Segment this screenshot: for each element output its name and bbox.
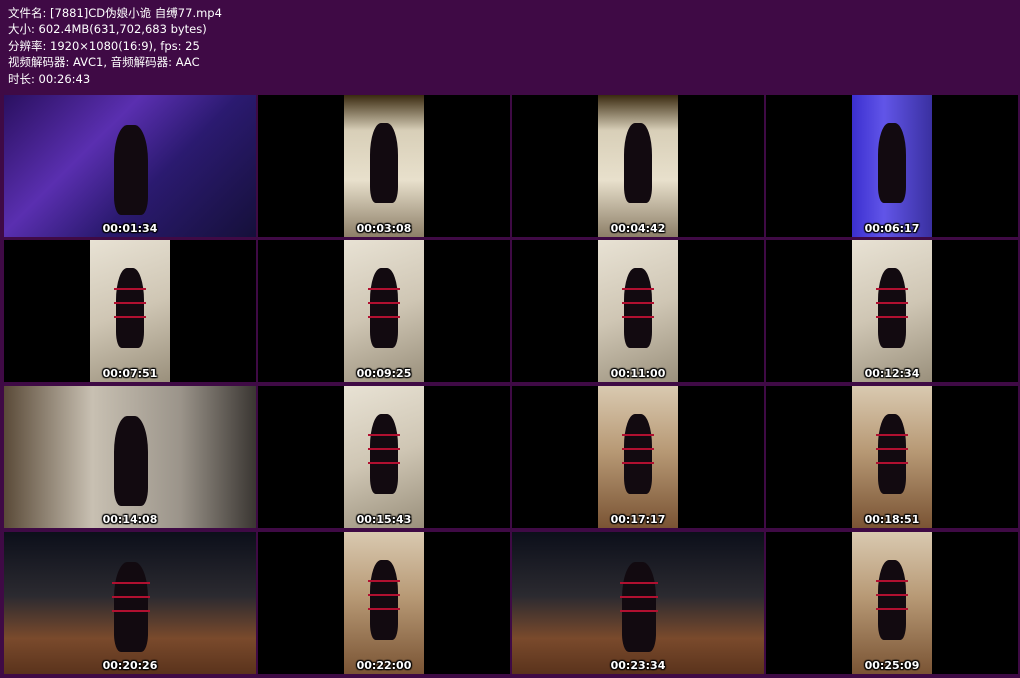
thumbnail-cell[interactable]: 00:14:08 [4,386,256,528]
thumbnail-cell[interactable]: 00:22:00 [258,532,510,674]
rope-line [114,288,146,290]
thumbnail-cell[interactable]: 00:17:17 [512,386,764,528]
figure-silhouette [624,414,652,494]
thumbnail-timestamp: 00:18:51 [864,513,920,526]
rope-line [876,462,908,464]
thumbnail-image [4,95,256,237]
rope-line [620,596,658,598]
rope-line [622,316,654,318]
thumbnail-image [852,386,932,528]
thumbnail-image [344,95,424,237]
rope-line [622,448,654,450]
rope-line [876,580,908,582]
thumbnail-cell[interactable]: 00:12:34 [766,240,1018,382]
rope-line [368,316,400,318]
thumbnail-image [344,532,424,674]
rope-line [368,288,400,290]
thumbnail-cell[interactable]: 00:06:17 [766,95,1018,237]
rope-line [112,582,150,584]
thumbnail-timestamp: 00:07:51 [102,367,158,380]
rope-line [876,594,908,596]
thumbnail-image [344,240,424,382]
rope-line [876,608,908,610]
rope-line [876,316,908,318]
thumbnail-image [90,240,170,382]
thumbnail-image [852,240,932,382]
rope-line [622,434,654,436]
figure-silhouette [370,560,398,640]
thumbnail-timestamp: 00:15:43 [356,513,412,526]
rope-line [114,316,146,318]
figure-silhouette [370,268,398,348]
rope-line [876,434,908,436]
rope-line [876,448,908,450]
thumbnail-image [598,386,678,528]
figure-silhouette [370,414,398,494]
thumbnail-timestamp: 00:23:34 [610,659,666,672]
rope-line [112,596,150,598]
thumbnail-image [852,95,932,237]
rope-line [876,288,908,290]
figure-silhouette [116,268,144,348]
thumbnail-timestamp: 00:14:08 [102,513,158,526]
thumbnail-timestamp: 00:25:09 [864,659,920,672]
rope-line [368,608,400,610]
rope-line [112,610,150,612]
thumbnail-image [4,386,256,528]
rope-line [620,582,658,584]
thumbnail-image [512,532,764,674]
thumbnail-image [344,386,424,528]
figure-silhouette [622,562,656,652]
thumbnail-cell[interactable]: 00:25:09 [766,532,1018,674]
rope-line [368,302,400,304]
thumbnail-timestamp: 00:04:42 [610,222,666,235]
thumbnail-timestamp: 00:22:00 [356,659,412,672]
figure-silhouette [878,560,906,640]
thumbnail-cell[interactable]: 00:07:51 [4,240,256,382]
rope-line [368,462,400,464]
thumbnail-cell[interactable]: 00:09:25 [258,240,510,382]
thumbnail-cell[interactable]: 00:15:43 [258,386,510,528]
thumbnail-timestamp: 00:03:08 [356,222,412,235]
thumbnail-timestamp: 00:17:17 [610,513,666,526]
figure-silhouette [878,268,906,348]
thumbnail-timestamp: 00:06:17 [864,222,920,235]
thumbnail-timestamp: 00:12:34 [864,367,920,380]
rope-line [114,302,146,304]
thumbnail-cell[interactable]: 00:03:08 [258,95,510,237]
thumbnail-timestamp: 00:11:00 [610,367,666,380]
thumbnail-image [598,240,678,382]
thumbnail-cell[interactable]: 00:01:34 [4,95,256,237]
figure-silhouette [370,123,398,203]
rope-line [368,580,400,582]
rope-line [622,302,654,304]
figure-silhouette [878,414,906,494]
figure-silhouette [878,123,906,203]
rope-line [368,434,400,436]
thumbnail-timestamp: 00:20:26 [102,659,158,672]
figure-silhouette [624,123,652,203]
thumbnail-cell[interactable]: 00:04:42 [512,95,764,237]
thumbnail-timestamp: 00:09:25 [356,367,412,380]
thumbnail-cell[interactable]: 00:20:26 [4,532,256,674]
rope-line [368,594,400,596]
thumbnail-grid: 00:01:34 00:03:08 00:04:42 00:06:17 00:07:51… [0,0,1020,678]
thumbnail-image [852,532,932,674]
rope-line [622,288,654,290]
thumbnail-timestamp: 00:01:34 [102,222,158,235]
thumbnail-cell[interactable]: 00:23:34 [512,532,764,674]
figure-silhouette [114,562,148,652]
thumbnail-image [4,532,256,674]
thumbnail-cell[interactable]: 00:11:00 [512,240,764,382]
rope-line [876,302,908,304]
figure-silhouette [624,268,652,348]
rope-line [620,610,658,612]
rope-line [622,462,654,464]
rope-line [368,448,400,450]
thumbnail-cell[interactable]: 00:18:51 [766,386,1018,528]
thumbnail-image [598,95,678,237]
figure-silhouette [114,125,148,215]
figure-silhouette [114,416,148,506]
